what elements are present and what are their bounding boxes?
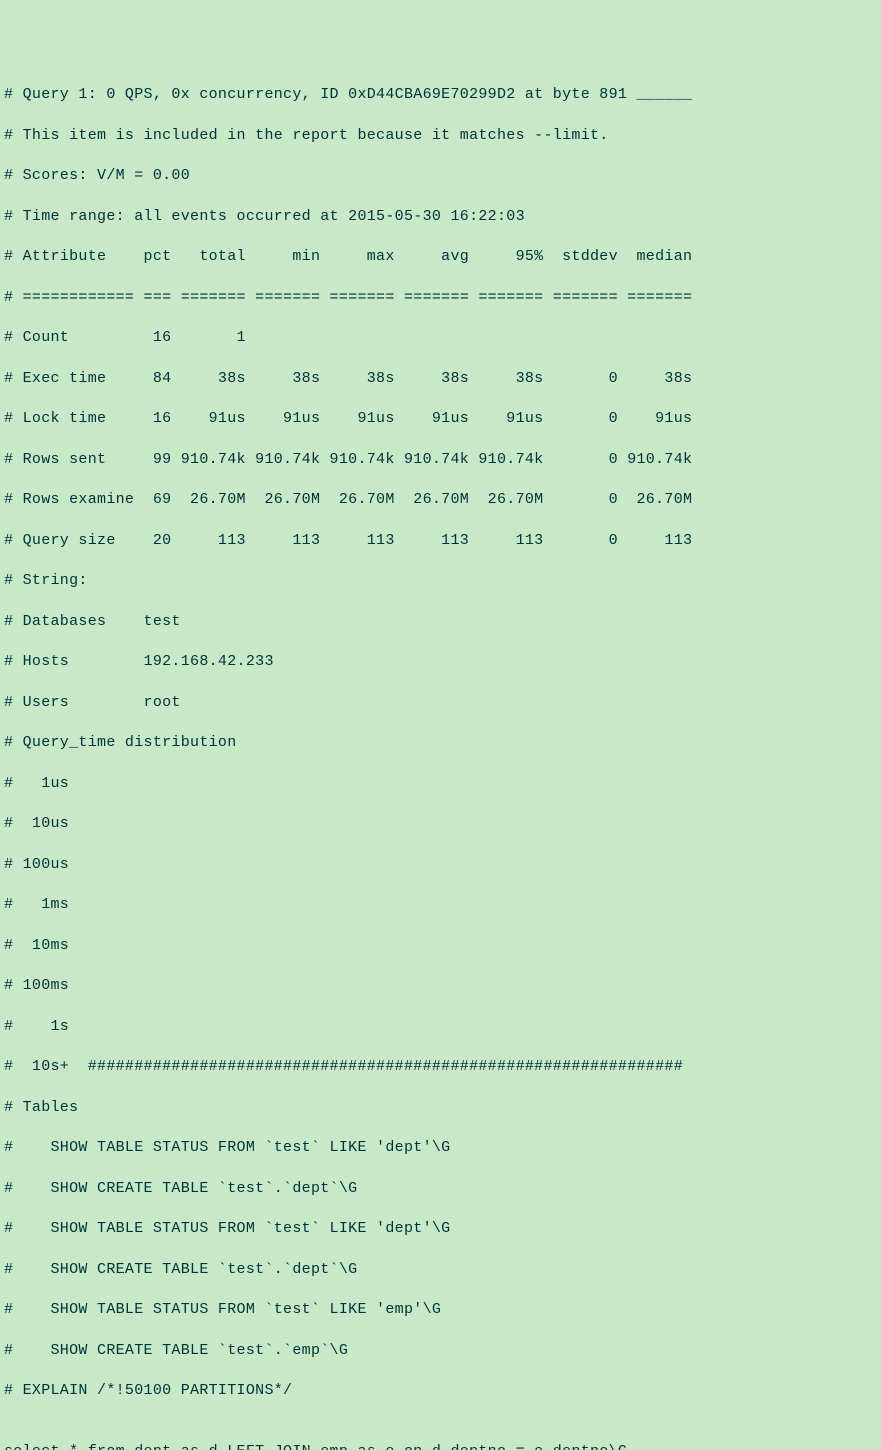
sql-query-line: select * from dept as d LEFT JOIN emp as…: [4, 1442, 877, 1450]
users-line: # Users root: [4, 693, 877, 713]
tables-heading: # Tables: [4, 1098, 877, 1118]
stat-row-exec-time: # Exec time 84 38s 38s 38s 38s 38s 0 38s: [4, 369, 877, 389]
table-cmd-1: # SHOW CREATE TABLE `test`.`dept`\G: [4, 1179, 877, 1199]
stat-row-lock-time: # Lock time 16 91us 91us 91us 91us 91us …: [4, 409, 877, 429]
table-cmd-4: # SHOW TABLE STATUS FROM `test` LIKE 'em…: [4, 1300, 877, 1320]
distribution-heading: # Query_time distribution: [4, 733, 877, 753]
dist-bin-10s: # 10s+ #################################…: [4, 1057, 877, 1077]
dist-bin-1us: # 1us: [4, 774, 877, 794]
attribute-separator-row: # ============ === ======= ======= =====…: [4, 288, 877, 308]
stat-row-rows-examine: # Rows examine 69 26.70M 26.70M 26.70M 2…: [4, 490, 877, 510]
table-cmd-0: # SHOW TABLE STATUS FROM `test` LIKE 'de…: [4, 1138, 877, 1158]
databases-line: # Databases test: [4, 612, 877, 632]
stat-row-count: # Count 16 1: [4, 328, 877, 348]
stat-row-query-size: # Query size 20 113 113 113 113 113 0 11…: [4, 531, 877, 551]
scores-line: # Scores: V/M = 0.00: [4, 166, 877, 186]
dist-bin-100us: # 100us: [4, 855, 877, 875]
hosts-line: # Hosts 192.168.42.233: [4, 652, 877, 672]
attribute-header-row: # Attribute pct total min max avg 95% st…: [4, 247, 877, 267]
dist-bin-100ms: # 100ms: [4, 976, 877, 996]
table-cmd-3: # SHOW CREATE TABLE `test`.`dept`\G: [4, 1260, 877, 1280]
table-cmd-5: # SHOW CREATE TABLE `test`.`emp`\G: [4, 1341, 877, 1361]
explain-line: # EXPLAIN /*!50100 PARTITIONS*/: [4, 1381, 877, 1401]
dist-bin-1s: # 1s: [4, 1017, 877, 1037]
query-header-line: # Query 1: 0 QPS, 0x concurrency, ID 0xD…: [4, 85, 877, 105]
dist-bin-10us: # 10us: [4, 814, 877, 834]
time-range-line: # Time range: all events occurred at 201…: [4, 207, 877, 227]
string-heading: # String:: [4, 571, 877, 591]
table-cmd-2: # SHOW TABLE STATUS FROM `test` LIKE 'de…: [4, 1219, 877, 1239]
included-note-line: # This item is included in the report be…: [4, 126, 877, 146]
dist-bin-1ms: # 1ms: [4, 895, 877, 915]
dist-bin-10ms: # 10ms: [4, 936, 877, 956]
stat-row-rows-sent: # Rows sent 99 910.74k 910.74k 910.74k 9…: [4, 450, 877, 470]
